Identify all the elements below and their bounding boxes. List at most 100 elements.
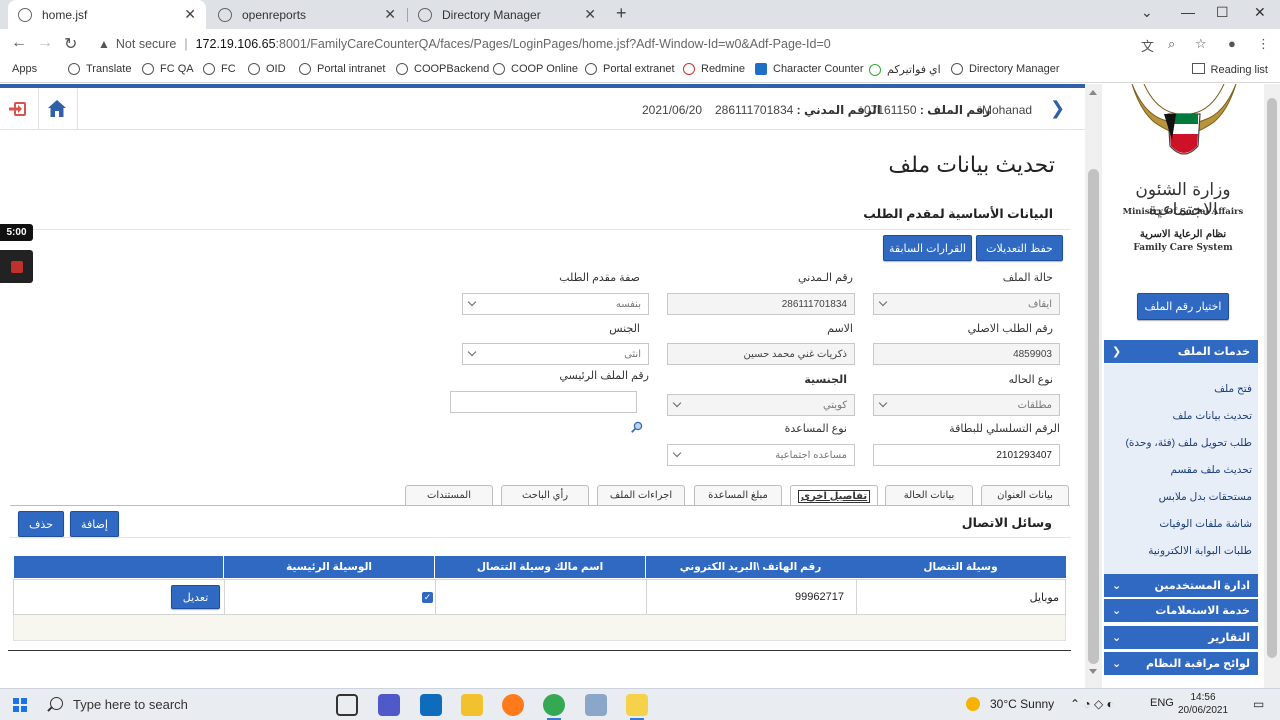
add-button[interactable]: إضافة	[70, 511, 119, 537]
scroll-down-icon[interactable]	[1089, 669, 1097, 674]
browser-tab-openreports[interactable]: openreports ✕	[208, 0, 406, 29]
menu-system-monitoring[interactable]: لوائح مراقبة النظام ⌄	[1104, 652, 1258, 676]
minimize-icon[interactable]: —	[1181, 4, 1195, 20]
close-icon[interactable]: ✕	[384, 6, 396, 23]
taskbar-search[interactable]: Type here to search	[73, 697, 188, 712]
language-indicator[interactable]: ENG	[1150, 697, 1174, 709]
bookmark-portal-extranet[interactable]: Portal extranet	[585, 63, 675, 75]
previous-decisions-button[interactable]: القرارات السابقة	[883, 235, 972, 261]
tab-other-details[interactable]: تفاصيل اخرى	[790, 485, 878, 506]
profile-icon[interactable]: ●	[1228, 36, 1236, 51]
gender-select[interactable]: انثى	[462, 343, 649, 365]
home-icon[interactable]	[48, 100, 66, 117]
tab-researcher-opinion[interactable]: رأي الباحث	[501, 485, 589, 505]
notifications-icon[interactable]: ▭	[1253, 697, 1264, 711]
zoom-icon[interactable]: ⌕	[1168, 36, 1175, 52]
logout-icon[interactable]	[9, 102, 26, 116]
card-serial-input[interactable]: 2101293407	[873, 444, 1060, 466]
address-bar[interactable]: ▲ Not secure | 172.19.106.65:8001/Family…	[90, 32, 1220, 56]
firefox-icon[interactable]	[502, 694, 524, 716]
bookmark-apps[interactable]: Apps	[12, 63, 37, 547]
tab-search-icon[interactable]: ⌄	[1141, 4, 1153, 21]
delete-button[interactable]: حذف	[18, 511, 64, 537]
bookmark-translate[interactable]: Translate	[68, 63, 131, 75]
tab-documents[interactable]: المستندات	[405, 485, 493, 505]
globe-icon	[951, 63, 963, 75]
menu-item-portal-requests[interactable]: طلبات البوابة الالكترونية	[1148, 545, 1252, 557]
browser-tab-home[interactable]: home.jsf ✕	[8, 0, 206, 29]
bookmark-directory-manager[interactable]: Directory Manager	[951, 63, 1059, 75]
content-scrollbar[interactable]	[1085, 84, 1102, 688]
menu-item-deceased-files[interactable]: شاشة ملفات الوفيات	[1159, 518, 1252, 530]
mail-icon[interactable]	[420, 694, 442, 716]
tab-case-data[interactable]: بيانات الحالة	[885, 485, 973, 505]
weather-text[interactable]: 30°C Sunny	[990, 697, 1054, 711]
bookmark-coopbackend[interactable]: COOPBackend	[396, 63, 489, 75]
windows-start-icon[interactable]	[13, 698, 27, 712]
bookmark-redmine[interactable]: Redmine	[683, 63, 745, 75]
bookmark-star-icon[interactable]: ☆	[1195, 36, 1207, 52]
tab-address-data[interactable]: بيانات العنوان	[981, 485, 1069, 505]
tab-file-procedures[interactable]: اجراءات الملف	[597, 485, 685, 505]
forward-icon[interactable]: →	[37, 34, 53, 52]
bookmark-coop-online[interactable]: COOP Online	[493, 63, 578, 75]
menu-file-services[interactable]: خدمات الملف ❮	[1104, 340, 1258, 364]
save-changes-button[interactable]: حفظ التعديلات	[976, 235, 1063, 261]
scrollbar-thumb[interactable]	[1267, 98, 1277, 658]
menu-reports[interactable]: التقارير ⌄	[1104, 626, 1258, 650]
file-explorer-icon[interactable]	[461, 694, 483, 716]
app-icon[interactable]	[585, 694, 607, 716]
applicant-type-select[interactable]: بنفسه	[462, 293, 649, 315]
task-view-icon[interactable]	[336, 694, 358, 716]
reading-list-button[interactable]: Reading list	[1192, 63, 1268, 76]
close-icon[interactable]: ✕	[184, 6, 196, 23]
scrollbar-thumb[interactable]	[1088, 169, 1099, 664]
bookmark-portal-intranet[interactable]: Portal intranet	[299, 63, 385, 75]
tray-icons[interactable]: ⌃ ◔ ◇ ◐	[1070, 697, 1114, 711]
menu-inquiry-service[interactable]: خدمة الاستعلامات ⌄	[1104, 599, 1258, 623]
edit-button[interactable]: تعديل	[171, 585, 220, 609]
chevron-right-icon[interactable]: ❯	[1050, 98, 1065, 119]
nationality-select[interactable]: كويتي	[667, 394, 855, 416]
sticky-notes-icon[interactable]	[626, 694, 648, 720]
reload-icon[interactable]: ↻	[64, 34, 77, 54]
search-icon[interactable]	[50, 697, 63, 710]
bookmark-fc[interactable]: FC	[203, 63, 236, 75]
scroll-up-icon[interactable]	[1089, 90, 1097, 95]
address-host: 172.19.106.65	[195, 37, 276, 51]
aid-type-select[interactable]: مساعده اجتماعية	[667, 444, 855, 466]
weather-icon[interactable]	[966, 697, 980, 711]
menu-item-update-file[interactable]: تحديث بيانات ملف	[1172, 410, 1252, 422]
browser-tab-directory-manager[interactable]: Directory Manager ✕	[408, 0, 606, 29]
table-row[interactable]: موبايل 99962717 ✓ تعديل	[13, 579, 1066, 615]
window-close-icon[interactable]: ✕	[1254, 4, 1266, 21]
case-type-select[interactable]: مطلقات	[873, 394, 1060, 416]
teams-icon[interactable]	[378, 694, 400, 716]
main-file-input[interactable]	[450, 391, 637, 413]
menu-item-open-file[interactable]: فتح ملف	[1214, 383, 1252, 395]
page-scrollbar[interactable]	[1264, 84, 1280, 688]
back-icon[interactable]: ←	[11, 34, 27, 52]
translate-page-icon[interactable]: 文	[1141, 36, 1154, 55]
menu-user-management[interactable]: ادارة المستخدمين ⌄	[1104, 574, 1258, 598]
menu-icon[interactable]: ⋮	[1257, 36, 1270, 52]
close-icon[interactable]: ✕	[584, 6, 596, 23]
maximize-icon[interactable]: ☐	[1216, 4, 1229, 21]
menu-item-update-split-file[interactable]: تحديث ملف مقسم	[1170, 464, 1252, 476]
menu-item-clothing-allowance[interactable]: مستحقات بدل ملابس	[1159, 491, 1252, 503]
primary-checkbox[interactable]: ✓	[422, 591, 433, 603]
bookmark-character-counter[interactable]: Character Counter	[755, 63, 864, 75]
taskbar-clock[interactable]: 14:56 20/06/2021	[1178, 691, 1228, 717]
choose-file-number-button[interactable]: اختيار رقم الملف	[1137, 293, 1229, 320]
bookmark-invoices[interactable]: اي فواتيركم	[869, 63, 941, 76]
bookmark-fc-qa[interactable]: FC QA	[142, 63, 194, 75]
recorder-stop-button[interactable]	[0, 250, 33, 283]
menu-item-transfer-request[interactable]: طلب تحويل ملف (فئة، وحدة)	[1125, 437, 1252, 449]
chrome-icon[interactable]	[543, 694, 565, 720]
aid-type-label: نوع المساعدة	[784, 423, 847, 435]
bookmark-oid[interactable]: OID	[248, 63, 286, 75]
search-icon[interactable]	[631, 421, 643, 433]
file-status-select[interactable]: ايقاف	[873, 293, 1060, 315]
new-tab-icon[interactable]: +	[616, 3, 627, 24]
tab-aid-amount[interactable]: مبلغ المساعدة	[694, 485, 782, 505]
